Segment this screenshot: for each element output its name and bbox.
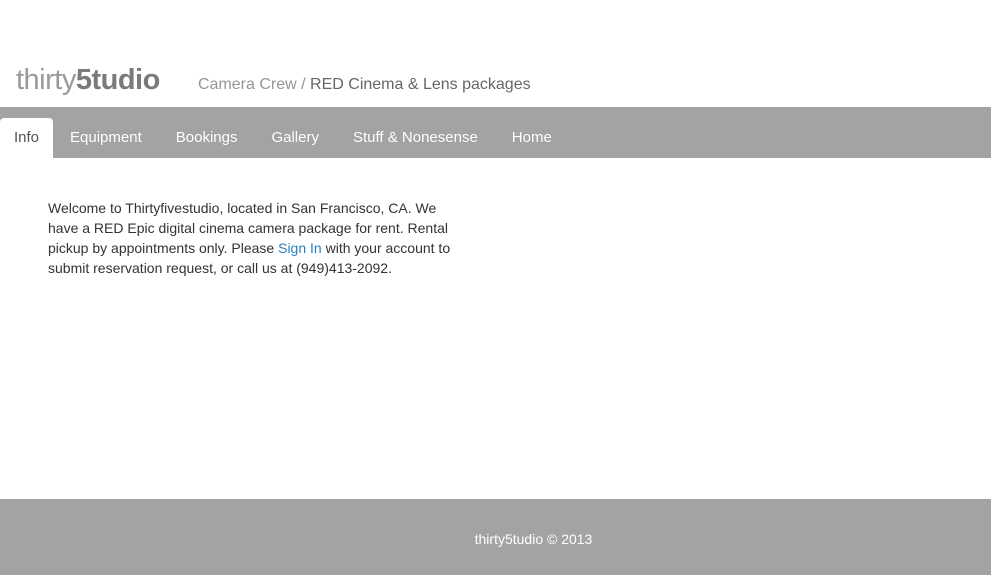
masthead: thirty5tudio Camera Crew / RED Cinema & … [0, 0, 991, 107]
main-navbar: Info Equipment Bookings Gallery Stuff & … [0, 107, 991, 158]
brand-name-bold: 5tudio [75, 64, 161, 96]
tab-stuff-and-nonesense[interactable]: Stuff & Nonesense [336, 118, 495, 158]
brand-logo[interactable]: thirty5tudio [16, 62, 160, 98]
brand-name-light: thirty [16, 64, 76, 96]
footer: thirty5tudio © 2013 [0, 499, 991, 575]
tab-gallery[interactable]: Gallery [254, 118, 336, 158]
tab-info[interactable]: Info [0, 118, 54, 158]
tagline: Camera Crew / RED Cinema & Lens packages [198, 75, 531, 95]
tagline-part-1: Camera Crew / [198, 76, 311, 93]
info-content: Welcome to Thirtyfivestudio, located in … [48, 198, 458, 278]
sign-in-link[interactable]: Sign In [278, 240, 322, 256]
tab-bookings[interactable]: Bookings [159, 118, 255, 158]
welcome-paragraph: Welcome to Thirtyfivestudio, located in … [48, 198, 458, 278]
tagline-part-2: RED Cinema & Lens packages [310, 76, 531, 93]
tab-home[interactable]: Home [495, 118, 569, 158]
nav-tabs: Info Equipment Bookings Gallery Stuff & … [0, 118, 569, 158]
tab-equipment[interactable]: Equipment [53, 118, 159, 158]
footer-copyright: thirty5tudio © 2013 [474, 531, 593, 547]
page: thirty5tudio Camera Crew / RED Cinema & … [0, 0, 991, 575]
